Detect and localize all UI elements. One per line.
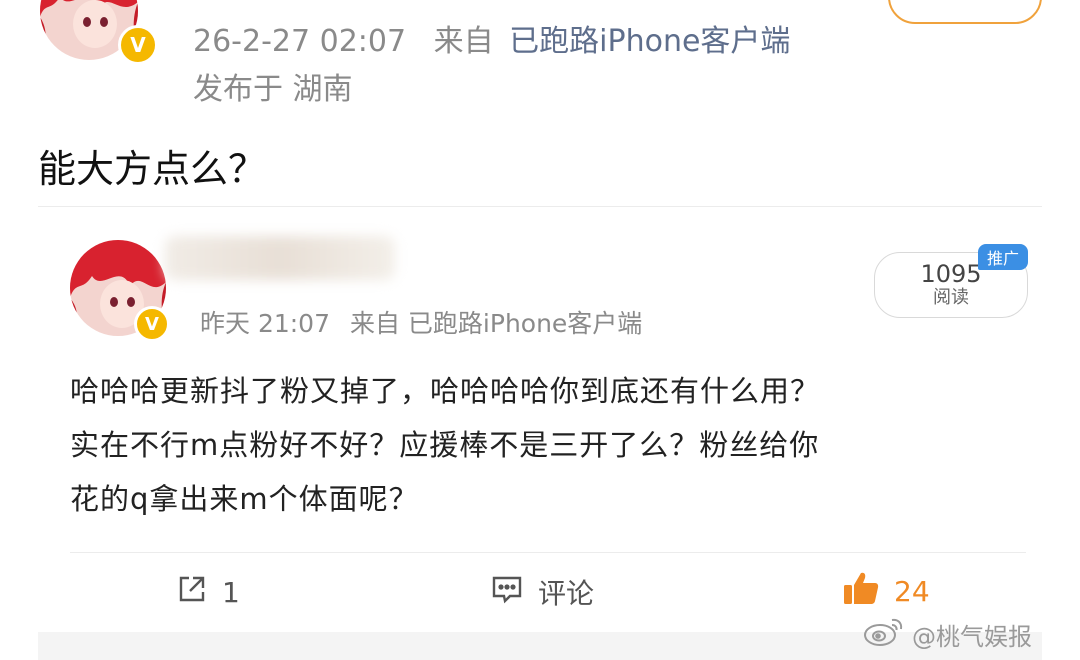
username-blurred (165, 236, 395, 280)
comment-button[interactable]: 评论 (490, 572, 594, 612)
timestamp: 26-2-27 02:07 (193, 24, 407, 59)
read-label: 阅读 (933, 287, 969, 308)
from-label: 来自 (433, 24, 494, 59)
like-button[interactable]: 24 (842, 570, 930, 612)
post-body-line: 花的q拿出来m个体面呢？ (70, 482, 419, 516)
follow-button[interactable] (888, 0, 1042, 24)
read-count: 1095 (920, 260, 982, 288)
source-link[interactable]: 已跑路iPhone客户端 (408, 309, 642, 338)
post-meta: 昨天 21:07 来自 已跑路iPhone客户端 (200, 304, 642, 340)
promo-badge: 推广 (978, 244, 1028, 270)
post-body: 哈哈哈更新抖了粉又掉了，哈哈哈哈你到底还有什么用？ 实在不行m点粉好不好？应援棒… (70, 364, 1040, 526)
post-meta: 26-2-27 02:07 来自 已跑路iPhone客户端 (193, 16, 790, 60)
timestamp: 昨天 21:07 (200, 309, 330, 338)
location: 发布于 湖南 (193, 72, 353, 107)
source-link[interactable]: 已跑路iPhone客户端 (509, 24, 790, 59)
watermark-text: @桃气娱报 (912, 622, 1032, 651)
like-icon (842, 570, 880, 613)
from-label: 来自 (349, 309, 400, 338)
like-count: 24 (894, 574, 930, 608)
post-text: 能大方点么？ (38, 147, 267, 191)
repost-button[interactable]: 1 (176, 572, 240, 612)
repost-icon (176, 573, 208, 612)
divider (70, 552, 1026, 553)
verified-badge-icon: V (134, 306, 170, 342)
post-body-line: 哈哈哈更新抖了粉又掉了，哈哈哈哈你到底还有什么用？ (70, 374, 821, 408)
watermark: @桃气娱报 (862, 614, 1032, 654)
divider (38, 206, 1042, 207)
verified-badge-icon: V (118, 25, 158, 65)
post-body-line: 实在不行m点粉好不好？应援棒不是三开了么？粉丝给你 (70, 428, 820, 462)
comment-label: 评论 (538, 577, 595, 610)
comment-icon (490, 573, 524, 612)
weibo-logo-icon (862, 614, 906, 654)
repost-count: 1 (222, 575, 240, 609)
